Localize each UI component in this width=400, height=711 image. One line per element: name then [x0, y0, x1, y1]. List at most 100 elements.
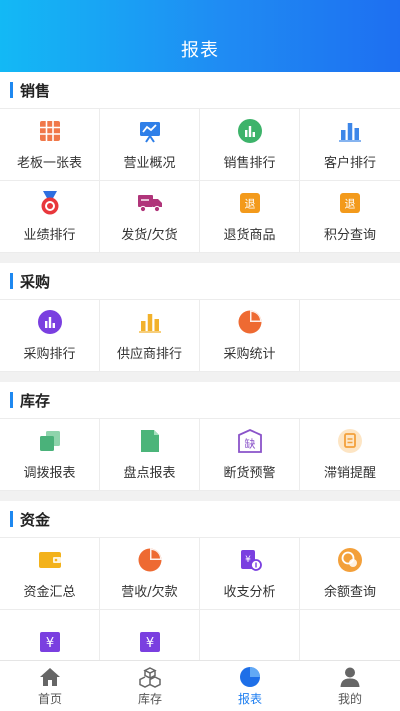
report-entry-label: 采购统计: [223, 347, 276, 362]
section-title-text: 资金: [20, 510, 51, 529]
section-grid: 调拨报表 盘点报表缺断货预警 滞销提醒: [0, 418, 400, 491]
report-entry-label: 采购排行: [23, 347, 76, 362]
tab-item[interactable]: 库存: [100, 661, 200, 711]
report-entry[interactable]: 滞销提醒: [300, 419, 400, 491]
report-entry-label: 供应商排行: [116, 347, 182, 362]
section-title: 库存: [0, 382, 400, 418]
top-header-bar: 报表: [0, 0, 400, 72]
report-entry-label: 销售排行: [223, 156, 276, 171]
section-grid: 老板一张表 营业概况 销售排行 客户排行 业绩排行 发货/欠货退退货商品退积分查询: [0, 108, 400, 253]
svg-text:¥: ¥: [145, 636, 153, 651]
empty-cell: [300, 610, 400, 660]
table-grid-icon: [37, 118, 63, 144]
section-accent-bar: [10, 511, 13, 527]
tab-label: 首页: [37, 691, 62, 706]
report-entry-label: 盘点报表: [123, 466, 176, 481]
report-entry-label: 业绩排行: [23, 228, 76, 243]
report-entry-label: 收支分析: [223, 585, 276, 600]
slow-sales-icon: [337, 428, 363, 454]
transfer-docs-icon: [37, 428, 63, 454]
report-entry[interactable]: 调拨报表: [0, 419, 100, 491]
report-entry[interactable]: 余额查询: [300, 538, 400, 610]
pie-chart-icon: [137, 547, 163, 573]
report-entry[interactable]: 缺断货预警: [200, 419, 300, 491]
report-entry[interactable]: 采购统计: [200, 300, 300, 372]
report-entry-label: 调拨报表: [23, 466, 76, 481]
tab-item[interactable]: 报表: [200, 661, 300, 711]
report-entry-label: 退货商品: [223, 228, 276, 243]
currency-icon: ¥: [37, 629, 63, 655]
income-analysis-icon: ¥: [237, 547, 263, 573]
section-title: 采购: [0, 263, 400, 299]
svg-text:缺: 缺: [244, 437, 255, 451]
report-entry-label: 积分查询: [323, 228, 376, 243]
tab-item[interactable]: 我的: [300, 661, 400, 711]
bar-chart-circle-icon: [37, 309, 63, 335]
section-grid: 资金汇总 营收/欠款 ¥ 收支分析 余额查询 ¥ ¥: [0, 537, 400, 660]
report-entry[interactable]: 客户排行: [300, 109, 400, 181]
report-entry[interactable]: 发货/欠货: [100, 181, 200, 253]
bar-chart-icon: [137, 309, 163, 335]
section-separator: [0, 253, 400, 263]
balance-coin-icon: [337, 547, 363, 573]
presentation-board-icon: [137, 118, 163, 144]
section-title: 资金: [0, 501, 400, 537]
report-entry-label: 营收/欠款: [121, 585, 178, 600]
points-query-icon: 退: [337, 190, 363, 216]
section-grid: 采购排行 供应商排行 采购统计: [0, 299, 400, 372]
report-entry[interactable]: 退积分查询: [300, 181, 400, 253]
report-content[interactable]: 销售 老板一张表 营业概况 销售排行 客户排行 业绩排行 发货/欠货退退货商品退积分查询 采购…: [0, 72, 400, 660]
report-entry-label: 滞销提醒: [323, 466, 376, 481]
currency-icon: ¥: [137, 629, 163, 655]
profile-icon: [339, 666, 361, 688]
report-entry-label: 余额查询: [323, 585, 376, 600]
section-title-text: 采购: [20, 272, 51, 291]
wallet-icon: [37, 547, 63, 573]
section-separator: [0, 491, 400, 501]
stock-boxes-icon: [139, 666, 161, 688]
report-entry[interactable]: 资金汇总: [0, 538, 100, 610]
pie-chart-icon: [237, 309, 263, 335]
section-separator: [0, 372, 400, 382]
inventory-doc-icon: [137, 428, 163, 454]
report-entry-label: 发货/欠货: [121, 228, 178, 243]
svg-text:¥: ¥: [45, 636, 53, 651]
section-accent-bar: [10, 82, 13, 98]
report-entry[interactable]: 销售排行: [200, 109, 300, 181]
report-entry[interactable]: 老板一张表: [0, 109, 100, 181]
tab-label: 库存: [137, 691, 162, 706]
empty-cell: [200, 610, 300, 660]
svg-text:退: 退: [244, 198, 255, 211]
tab-label: 我的: [337, 691, 362, 706]
bar-chart-icon: [337, 118, 363, 144]
report-entry[interactable]: 营业概况: [100, 109, 200, 181]
report-entry[interactable]: ¥: [100, 610, 200, 660]
section-title-text: 销售: [20, 81, 51, 100]
delivery-truck-icon: [137, 190, 163, 216]
report-entry-label: 客户排行: [323, 156, 376, 171]
return-goods-icon: 退: [237, 190, 263, 216]
report-entry[interactable]: 业绩排行: [0, 181, 100, 253]
report-entry[interactable]: 退退货商品: [200, 181, 300, 253]
svg-text:退: 退: [345, 198, 356, 211]
report-entry[interactable]: 营收/欠款: [100, 538, 200, 610]
home-icon: [39, 666, 61, 688]
report-entry[interactable]: 盘点报表: [100, 419, 200, 491]
report-entry-label: 断货预警: [223, 466, 276, 481]
stockout-warning-icon: 缺: [237, 428, 263, 454]
report-entry[interactable]: ¥ 收支分析: [200, 538, 300, 610]
report-entry-label: 老板一张表: [16, 156, 82, 171]
section-accent-bar: [10, 392, 13, 408]
svg-text:¥: ¥: [245, 555, 251, 565]
report-entry[interactable]: 采购排行: [0, 300, 100, 372]
bottom-tab-bar: 首页 库存 报表 我的: [0, 660, 400, 711]
page-title: 报表: [181, 40, 219, 61]
section-title: 销售: [0, 72, 400, 108]
report-entry[interactable]: 供应商排行: [100, 300, 200, 372]
tab-item[interactable]: 首页: [0, 661, 100, 711]
report-entry[interactable]: ¥: [0, 610, 100, 660]
report-entry-label: 营业概况: [123, 156, 176, 171]
section-accent-bar: [10, 273, 13, 289]
empty-cell: [300, 300, 400, 372]
medal-icon: [37, 190, 63, 216]
